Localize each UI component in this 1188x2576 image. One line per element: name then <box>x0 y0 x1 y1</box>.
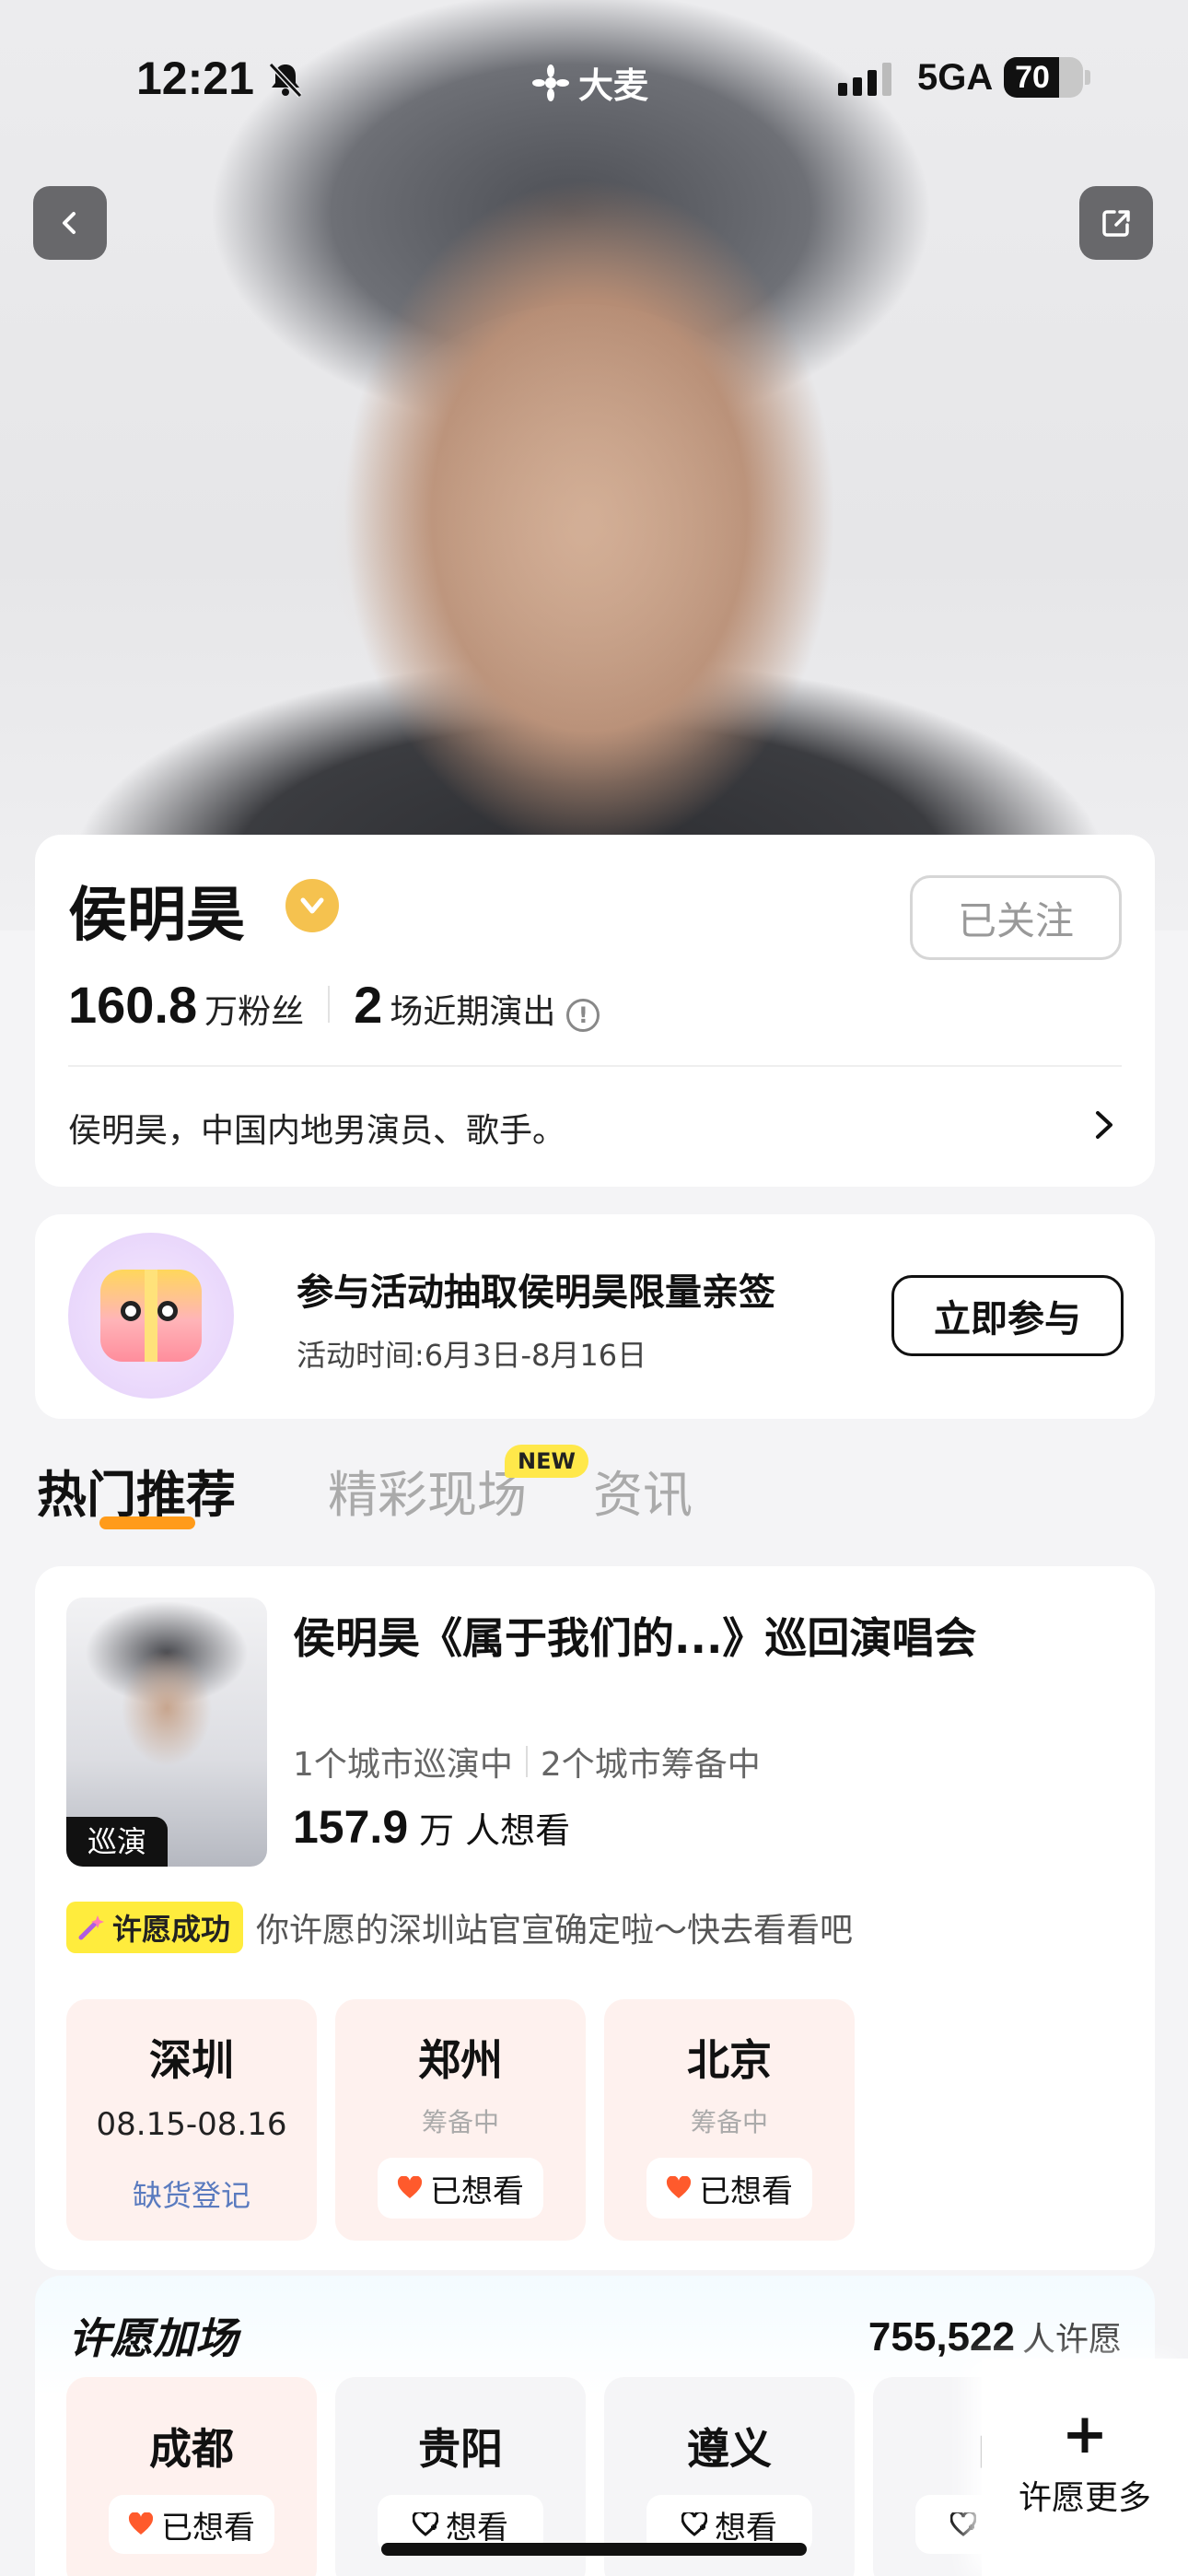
artist-bio[interactable]: 侯明昊，中国内地男演员、歌手。 <box>68 1104 565 1152</box>
tour-title[interactable]: 侯明昊《属于我们的...》巡回演唱会 <box>293 1605 976 1666</box>
artist-portrait <box>322 304 838 820</box>
back-button[interactable] <box>33 186 107 260</box>
fans-label: 万粉丝 <box>204 993 305 1031</box>
city-status: 筹备中 <box>690 2107 768 2137</box>
info-icon[interactable]: ! <box>566 999 600 1032</box>
wish-city-chengdu[interactable]: 成都 已想看 <box>66 2377 317 2576</box>
city-name: 遵义 <box>687 2424 772 2474</box>
brand-name: 大麦 <box>578 67 649 106</box>
heart-plus-icon <box>413 2512 438 2536</box>
heart-plus-icon <box>681 2512 707 2536</box>
wish-section-title: 许愿加场 <box>68 2313 238 2363</box>
join-now-button[interactable]: 立即参与 <box>891 1275 1124 1356</box>
damai-logo-icon <box>532 64 569 101</box>
tab-news[interactable]: 资讯 <box>593 1454 693 1527</box>
artist-hero-image <box>0 0 1188 931</box>
status-time: 12:21 <box>136 53 254 104</box>
card-divider <box>68 1065 1122 1067</box>
status-divider <box>525 1746 528 1777</box>
city-name: 北京 <box>687 2035 772 2085</box>
artist-stats: 160.8 万粉丝 2 场近期演出 ! <box>68 975 600 1035</box>
heart-filled-icon <box>397 2176 423 2198</box>
city-name: 成都 <box>149 2424 234 2474</box>
chevron-right-icon[interactable] <box>1085 1102 1122 1148</box>
want-unit: 万 <box>419 1810 455 1851</box>
share-icon <box>1102 210 1130 237</box>
wanted-button[interactable]: 已想看 <box>646 2158 812 2219</box>
wish-more-button[interactable]: + 许愿更多 <box>982 2359 1188 2576</box>
status-bar: 12:21 大麦 5GA 70 <box>0 52 1188 107</box>
want-label: 人想看 <box>465 1810 571 1851</box>
want-label: 想看 <box>446 2509 508 2547</box>
wish-notice[interactable]: 许愿成功 你许愿的深圳站官宣确定啦～快去看看吧 <box>66 1902 853 1953</box>
chevron-left-icon <box>63 212 76 234</box>
city-tile-zhengzhou[interactable]: 郑州 筹备中 已想看 <box>335 1999 586 2241</box>
wish-count: 755,522 人许愿 <box>868 2313 1122 2360</box>
promo-title: 参与活动抽取侯明昊限量亲签 <box>297 1271 775 1314</box>
wish-badge-label: 许愿成功 <box>112 1912 231 1947</box>
battery-level: 70 <box>1015 60 1050 95</box>
bell-muted-icon <box>268 62 303 99</box>
tab-live-highlights[interactable]: 精彩现场 <box>328 1454 527 1527</box>
wish-count-number: 755,522 <box>868 2314 1015 2359</box>
wish-message: 你许愿的深圳站官宣确定啦～快去看看吧 <box>256 1912 854 1950</box>
city-name: 郑州 <box>418 2035 503 2085</box>
wanted-label: 已想看 <box>430 2172 524 2210</box>
app-brand: 大麦 <box>530 57 648 108</box>
gift-icon <box>68 1233 234 1399</box>
want-number: 157.9 <box>293 1801 409 1853</box>
city-tile-shenzhen[interactable]: 深圳 08.15-08.16 缺货登记 <box>66 1999 317 2241</box>
tour-tag: 巡演 <box>66 1817 168 1867</box>
network-type: 5GA <box>917 57 994 98</box>
tour-poster[interactable]: 巡演 <box>66 1598 267 1867</box>
city-name: 深圳 <box>149 2035 234 2085</box>
new-badge: NEW <box>505 1445 588 1478</box>
wanted-label: 已想看 <box>699 2172 793 2210</box>
city-tile-beijing[interactable]: 北京 筹备中 已想看 <box>604 1999 855 2241</box>
heart-plus-icon <box>950 2512 976 2536</box>
preparing-count: 2个城市筹备中 <box>540 1746 761 1784</box>
home-indicator[interactable] <box>381 2543 807 2556</box>
city-status: 筹备中 <box>421 2107 499 2137</box>
tab-active-indicator <box>99 1516 195 1529</box>
content-tabs: 热门推荐 精彩现场 NEW 资讯 <box>37 1445 1142 1537</box>
battery-cap <box>1085 70 1090 85</box>
stock-register-link[interactable]: 缺货登记 <box>66 2172 317 2215</box>
tour-status: 1个城市巡演中 2个城市筹备中 <box>293 1738 761 1786</box>
wish-success-badge: 许愿成功 <box>66 1902 244 1953</box>
artist-name: 侯明昊 <box>68 882 245 950</box>
wand-icon <box>78 1915 104 1940</box>
promo-time: 活动时间:6月3日-8月16日 <box>297 1338 647 1373</box>
verified-badge-icon <box>285 879 339 932</box>
heart-filled-icon <box>666 2176 692 2198</box>
wanted-button[interactable]: 已想看 <box>378 2158 543 2219</box>
wish-more-label: 许愿更多 <box>1018 2479 1151 2517</box>
city-name: 贵阳 <box>418 2424 503 2474</box>
wanted-button[interactable]: 已想看 <box>109 2495 274 2554</box>
city-date: 08.15-08.16 <box>96 2106 287 2143</box>
artist-info-card: 侯明昊 已关注 160.8 万粉丝 2 场近期演出 ! 侯明昊，中国内地男演员、… <box>35 835 1155 1187</box>
shows-count: 2 <box>354 976 383 1034</box>
share-button[interactable] <box>1079 186 1153 260</box>
battery-icon: 70 <box>1004 57 1083 98</box>
shows-label: 场近期演出 <box>390 993 556 1031</box>
want-label: 想看 <box>715 2509 777 2547</box>
heart-filled-icon <box>128 2512 154 2535</box>
follow-button[interactable]: 已关注 <box>910 875 1122 960</box>
fans-count: 160.8 <box>68 976 198 1034</box>
cellular-signal-icon <box>838 61 891 96</box>
stats-divider <box>328 986 331 1023</box>
tour-card[interactable]: 巡演 侯明昊《属于我们的...》巡回演唱会 1个城市巡演中 2个城市筹备中 15… <box>35 1566 1155 2270</box>
promo-banner[interactable]: 参与活动抽取侯明昊限量亲签 活动时间:6月3日-8月16日 立即参与 <box>35 1214 1155 1419</box>
wanted-label: 已想看 <box>161 2509 255 2547</box>
touring-count: 1个城市巡演中 <box>293 1746 513 1784</box>
plus-icon: + <box>1061 2402 1109 2466</box>
want-count: 157.9 万 人想看 <box>293 1800 570 1854</box>
wish-count-label: 人许愿 <box>1021 2321 1122 2359</box>
